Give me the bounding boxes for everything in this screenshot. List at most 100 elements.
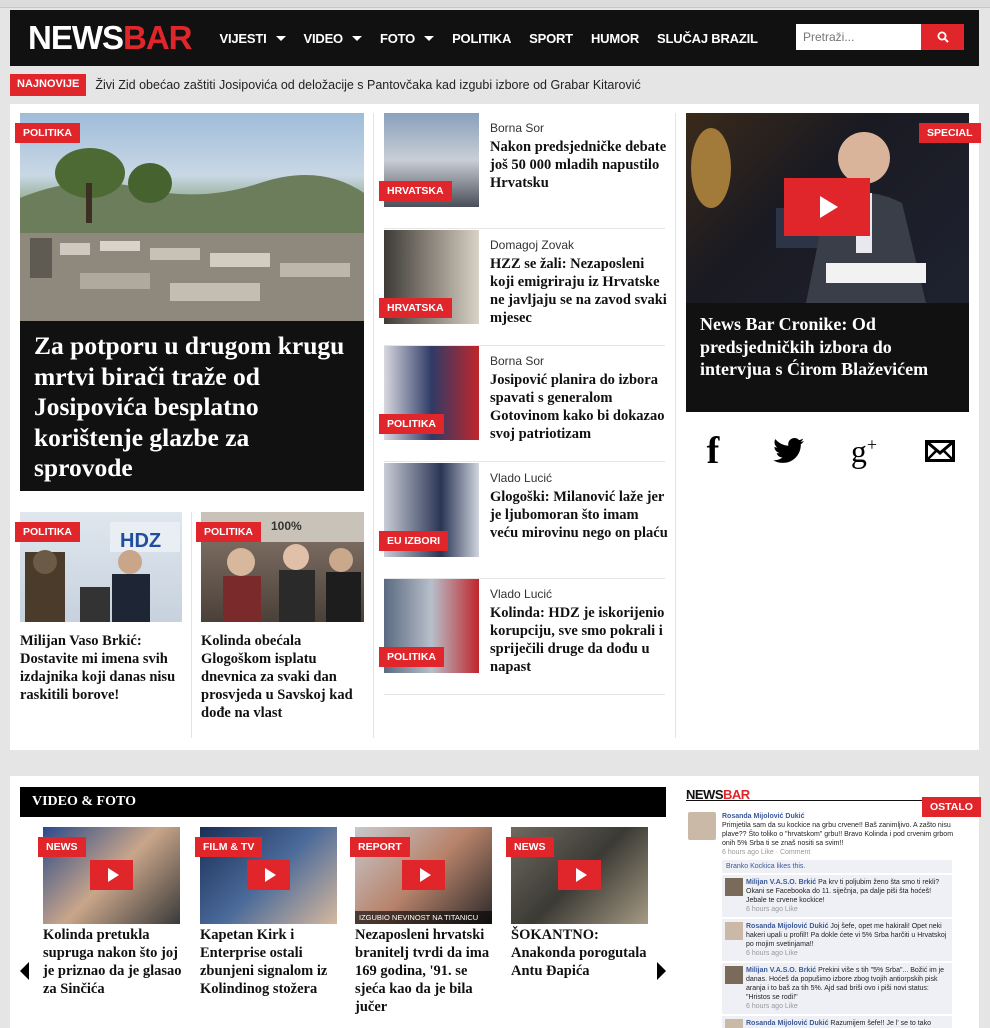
- nav-slučaj-brazil[interactable]: SLUČAJ BRAZIL: [657, 31, 758, 46]
- list-item-badge[interactable]: HRVATSKA: [379, 181, 452, 201]
- news-ticker: NAJNOVIJE Živi Zid obećao zaštiti Josipo…: [10, 74, 979, 96]
- twitter-icon[interactable]: [769, 432, 809, 470]
- fb-comment-meta: 6 hours ago Like: [746, 906, 798, 913]
- list-item-author[interactable]: Borna Sor: [490, 121, 544, 135]
- list-item-author[interactable]: Vlado Lucić: [490, 471, 552, 485]
- list-item-author[interactable]: Borna Sor: [490, 354, 544, 368]
- search-icon: [937, 31, 949, 43]
- search-button[interactable]: [921, 24, 964, 50]
- nav-menu: VIJESTI VIDEO FOTO POLITIKA SPORT HUMOR SLUČAJ…: [220, 31, 776, 46]
- special-badge[interactable]: SPECIAL: [919, 123, 981, 143]
- chevron-down-icon: [351, 35, 362, 41]
- avatar: [688, 812, 716, 840]
- nav-label: POLITIKA: [452, 30, 512, 46]
- video-item-title[interactable]: Nezaposleni hrvatski branitelj tvrdi da …: [355, 926, 497, 1026]
- list-item-author[interactable]: Vlado Lucić: [490, 587, 552, 601]
- play-button[interactable]: [402, 860, 445, 890]
- nav-label: SPORT: [529, 30, 573, 46]
- fb-comment: Milijan V.A.S.O. Brkić Pa krv ti poljubi…: [722, 875, 952, 917]
- list-item-author[interactable]: Domagoj Zovak: [490, 238, 574, 252]
- svg-text:100%: 100%: [271, 519, 302, 533]
- avatar: [725, 922, 743, 940]
- list-item[interactable]: POLITIKA Borna Sor Josipović planira do …: [379, 346, 668, 462]
- search-input[interactable]: [796, 24, 921, 50]
- nav-label: HUMOR: [590, 30, 640, 46]
- play-button[interactable]: [90, 860, 133, 890]
- small-story-2-title[interactable]: Kolinda obećala Glogoškom isplatu dnevni…: [201, 632, 366, 722]
- special-title[interactable]: News Bar Cronike: Od predsjedničkih izbo…: [700, 313, 962, 381]
- fb-comment: Rosanda Mijolović Dukić Razumijem šefe!!…: [722, 1016, 952, 1028]
- hero-title-box: Za potporu u drugom krugu mrtvi birači t…: [20, 321, 364, 491]
- small-story-1-badge[interactable]: POLITIKA: [15, 522, 80, 542]
- nav-label: SLUČAJ BRAZIL: [657, 30, 758, 46]
- fb-comment-author[interactable]: Milijan V.A.S.O. Brkić: [746, 879, 816, 886]
- video-item-title[interactable]: Kapetan Kirk i Enterprise ostali zbunjen…: [200, 926, 342, 1026]
- list-item-badge[interactable]: HRVATSKA: [379, 297, 452, 318]
- fb-comment-author[interactable]: Milijan V.A.S.O. Brkić: [746, 967, 816, 974]
- browser-bookmarks-strip: [0, 0, 990, 8]
- nav-vijesti[interactable]: VIJESTI: [220, 31, 286, 46]
- nav-label: FOTO: [379, 30, 416, 46]
- search-form: [796, 24, 964, 50]
- nav-sport[interactable]: SPORT: [529, 31, 573, 46]
- video-item-title[interactable]: Kolinda pretukla supruga nakon što joj j…: [43, 926, 185, 1026]
- carousel-prev-arrow-icon[interactable]: [20, 962, 29, 980]
- nav-label: VIDEO: [303, 30, 344, 46]
- hero-graveyard-illustration: [20, 148, 364, 321]
- play-button[interactable]: [247, 860, 290, 890]
- list-item-title[interactable]: Kolinda: HDZ je iskorijenio korupciju, s…: [490, 604, 668, 676]
- video-item-badge[interactable]: NEWS: [38, 837, 86, 857]
- ticker-headline[interactable]: Živi Zid obećao zaštiti Josipovića od de…: [95, 78, 640, 92]
- fb-comment: Rosanda Mijolović Dukić Joj šefe, opet m…: [722, 919, 952, 961]
- hero-title[interactable]: Za potporu u drugom krugu mrtvi birači t…: [34, 331, 354, 484]
- thumb-caption: IZGUBIO NEVINOST NA TITANICU: [355, 911, 492, 924]
- fb-comment-meta: 6 hours ago Like: [746, 950, 798, 957]
- fb-likes: Branko Kockica likes this.: [722, 860, 952, 873]
- nav-politika[interactable]: POLITIKA: [452, 31, 511, 46]
- list-item-title[interactable]: HZZ se žali: Nezaposleni koji emigriraju…: [490, 255, 668, 327]
- hero-badge[interactable]: POLITIKA: [15, 123, 80, 143]
- list-item-badge[interactable]: POLITIKA: [379, 647, 444, 667]
- list-item[interactable]: POLITIKA Vlado Lucić Kolinda: HDZ je isk…: [379, 579, 668, 695]
- logo-news-text: NEWS: [28, 19, 124, 56]
- fb-post-author[interactable]: Rosanda Mijolović Dukić: [722, 812, 962, 821]
- svg-text:HDZ: HDZ: [120, 530, 161, 552]
- video-foto-heading: VIDEO & FOTO: [32, 794, 136, 809]
- fb-comment: Milijan V.A.S.O. Brkić Prekini više s ti…: [722, 963, 952, 1014]
- carousel-next-arrow-icon[interactable]: [657, 962, 666, 980]
- fb-post-text: Primjetila sam da su kockice na grbu crv…: [722, 822, 954, 847]
- list-item-badge[interactable]: POLITIKA: [379, 414, 444, 434]
- list-item[interactable]: EU IZBORI Vlado Lucić Glogoški: Milanovi…: [379, 462, 668, 579]
- main-navbar: NEWSBAR VIJESTI VIDEO FOTO POLITIKA SPORT HUM…: [10, 10, 979, 66]
- list-item[interactable]: HRVATSKA Domagoj Zovak HZZ se žali: Neza…: [379, 229, 668, 346]
- list-item-title[interactable]: Nakon predsjedničke debate još 50 000 ml…: [490, 138, 668, 192]
- fb-comment-author[interactable]: Rosanda Mijolović Dukić: [746, 1020, 828, 1027]
- video-item-badge[interactable]: NEWS: [506, 837, 554, 857]
- column-divider: [373, 113, 374, 738]
- nav-humor[interactable]: HUMOR: [591, 31, 639, 46]
- ticker-tag: NAJNOVIJE: [10, 74, 87, 96]
- column-divider: [191, 512, 192, 738]
- mail-icon[interactable]: [920, 432, 960, 470]
- hero-image[interactable]: [20, 113, 364, 321]
- video-item-badge[interactable]: FILM & TV: [195, 837, 263, 857]
- nav-video[interactable]: VIDEO: [304, 31, 362, 46]
- play-button[interactable]: [784, 178, 870, 236]
- list-item[interactable]: HRVATSKA Borna Sor Nakon predsjedničke d…: [379, 113, 668, 229]
- list-item-title[interactable]: Josipović planira do izbora spavati s ge…: [490, 371, 668, 443]
- nav-foto[interactable]: FOTO: [379, 30, 435, 46]
- small-story-1-title[interactable]: Milijan Vaso Brkić: Dostavite mi imena s…: [20, 632, 185, 704]
- list-item-title[interactable]: Glogoški: Milanović laže jer je ljubomor…: [490, 488, 668, 542]
- fb-comments: Milijan V.A.S.O. Brkić Pa krv ti poljubi…: [722, 873, 952, 1028]
- facebook-icon[interactable]: f: [693, 430, 733, 472]
- fb-comment-author[interactable]: Rosanda Mijolović Dukić: [746, 923, 828, 930]
- google-plus-icon[interactable]: g+: [844, 432, 884, 470]
- chevron-down-icon: [424, 35, 435, 41]
- nav-label: VIJESTI: [219, 30, 267, 46]
- video-item-badge[interactable]: REPORT: [350, 837, 410, 857]
- play-button[interactable]: [558, 860, 601, 890]
- list-item-badge[interactable]: EU IZBORI: [379, 530, 449, 551]
- video-item-title[interactable]: ŠOKANTNO: Anakonda porogutala Antu Đapić…: [511, 926, 653, 1026]
- site-logo[interactable]: NEWSBAR: [28, 19, 192, 57]
- small-story-2-badge[interactable]: POLITIKA: [196, 522, 261, 542]
